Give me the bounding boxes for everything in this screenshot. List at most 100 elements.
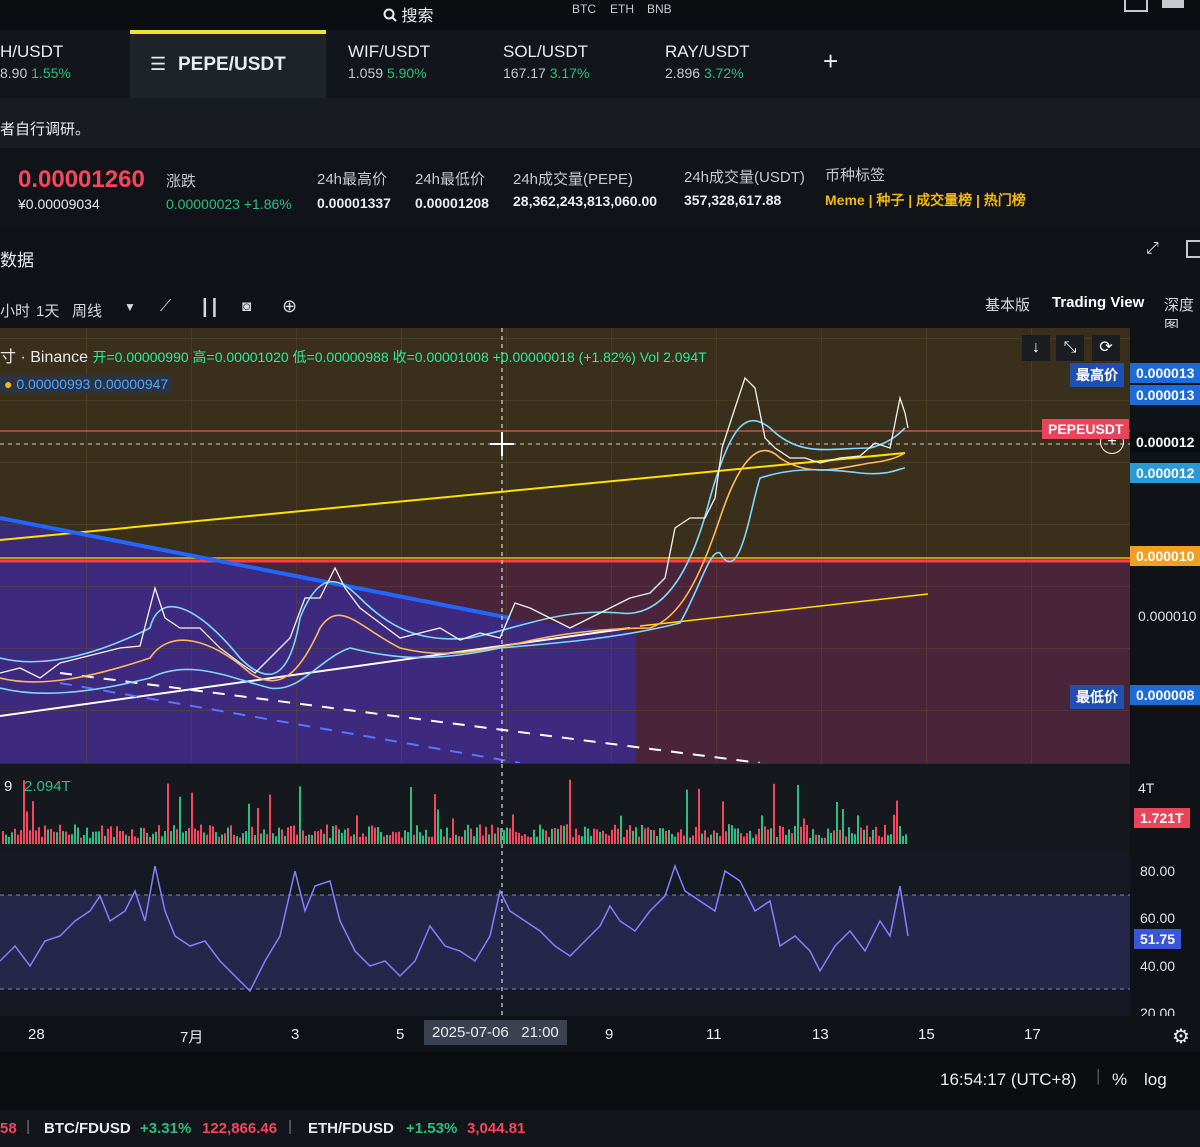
volume-bar xyxy=(668,830,670,844)
volume-bar xyxy=(506,827,508,844)
volume-bar xyxy=(887,835,889,844)
volume-bar xyxy=(689,837,691,844)
rsi-pane[interactable] xyxy=(0,851,1130,1016)
volume-bar xyxy=(305,835,307,844)
volume-bar xyxy=(401,837,403,844)
volume-bar xyxy=(200,824,202,844)
interval-hour[interactable]: 小时 xyxy=(0,300,30,321)
search-label: 搜索 xyxy=(401,8,434,25)
volume-bar xyxy=(146,832,148,844)
volume-bar xyxy=(248,803,250,844)
expand-icon[interactable]: ⤢ xyxy=(1146,240,1159,258)
volume-bar xyxy=(434,794,436,844)
volume-bar xyxy=(293,825,295,844)
volume-bar xyxy=(308,834,310,844)
volume-bar xyxy=(197,830,199,844)
camera-icon[interactable]: ◙ xyxy=(242,298,251,315)
volume-bar xyxy=(830,832,832,844)
last-price: 0.00001260 xyxy=(18,166,145,193)
volume-bar xyxy=(152,833,154,844)
tab-price: 167.17 xyxy=(503,65,546,81)
tag-meme[interactable]: Meme xyxy=(825,192,865,208)
view-tradingview[interactable]: Trading View xyxy=(1052,294,1144,311)
volume-bar xyxy=(476,827,478,844)
tag-seed[interactable]: 种子 xyxy=(876,192,904,208)
interval-week[interactable]: 周线 xyxy=(72,300,102,321)
percent-toggle[interactable]: % xyxy=(1112,1070,1127,1090)
settings-gear-icon[interactable]: ⚙ xyxy=(1172,1024,1190,1049)
volume-bars-canvas xyxy=(2,764,907,852)
volume-bar xyxy=(557,828,559,844)
ticker-btc-pair[interactable]: BTC/FDUSD xyxy=(44,1120,131,1137)
volume-bar xyxy=(593,828,595,844)
volume-bar xyxy=(125,834,127,844)
bb-lower-tag: 0.000012 xyxy=(1130,463,1200,483)
tab-ray-usdt[interactable]: RAY/USDT 2.896 3.72% xyxy=(665,42,750,83)
add-tab-button[interactable]: + xyxy=(823,46,838,77)
volume-pane[interactable]: 9 2.094T xyxy=(0,763,1130,852)
volume-bar xyxy=(692,835,694,844)
price-axis[interactable]: 最高价 0.000013 0.000013 PEPEUSDT 0.000012 … xyxy=(1042,328,1200,1028)
tag-hot-rank[interactable]: 热门榜 xyxy=(984,192,1026,208)
candle-type-icon[interactable]: ┃┃ xyxy=(200,298,219,318)
ticker-eth-pair[interactable]: ETH/FDUSD xyxy=(308,1120,394,1137)
volume-bar xyxy=(170,831,172,844)
price-chart[interactable]: 寸 · Binance 开=0.00000990 高=0.00001020 低=… xyxy=(0,328,1130,764)
volume-bar xyxy=(413,834,415,844)
tab-change: 1.55% xyxy=(31,65,71,81)
add-indicator-icon[interactable]: ⊕ xyxy=(282,296,297,317)
volume-bar xyxy=(800,826,802,844)
volume-bar xyxy=(161,836,163,844)
indicator-icon[interactable]: ⟋ xyxy=(160,298,171,316)
volume-bar xyxy=(35,830,37,844)
scroll-down-button[interactable]: ↓ xyxy=(1022,335,1050,361)
layout-icon[interactable] xyxy=(1124,0,1148,12)
coin-bnb[interactable]: BNB xyxy=(647,2,672,16)
volume-bar xyxy=(755,834,757,844)
tab-sol-usdt[interactable]: SOL/USDT 167.17 3.17% xyxy=(503,42,589,83)
volume-bar xyxy=(584,826,586,844)
volume-bar xyxy=(65,831,67,844)
tab-change: 5.90% xyxy=(386,65,427,81)
volume-bar xyxy=(725,831,727,844)
log-toggle[interactable]: log xyxy=(1144,1070,1167,1090)
window-icon[interactable] xyxy=(1186,240,1200,258)
view-basic[interactable]: 基本版 xyxy=(985,294,1030,315)
bb-legend: ● 0.00000993 0.00000947 xyxy=(0,375,173,393)
top-bar: 搜索 BTC ETH BNB xyxy=(0,0,1200,30)
tab-pepe-usdt[interactable]: ☰ PEPE/USDT xyxy=(130,30,326,100)
tab-h-usdt[interactable]: H/USDT 8.90 1.55% xyxy=(0,42,71,83)
current-price-tag: 0.000012 xyxy=(1130,432,1200,452)
tag-list: Meme | 种子 | 成交量榜 | 热门榜 xyxy=(825,192,1026,208)
volume-bar xyxy=(833,830,835,844)
chevron-down-icon[interactable]: ▼ xyxy=(124,300,136,314)
volume-bar xyxy=(812,829,814,844)
x-tick: 11 xyxy=(706,1026,722,1043)
volume-bar xyxy=(236,836,238,844)
interval-day[interactable]: 1天 xyxy=(36,300,59,321)
volume-bar xyxy=(452,818,454,844)
volume-bar xyxy=(50,828,52,844)
coin-eth[interactable]: ETH xyxy=(610,2,634,16)
tab-wif-usdt[interactable]: WIF/USDT 1.059 5.90% xyxy=(348,42,430,83)
tag-volume-rank[interactable]: 成交量榜 xyxy=(916,192,972,208)
tab-change: 3.72% xyxy=(703,65,744,81)
volume-bar xyxy=(854,834,856,844)
volume-bar xyxy=(422,835,424,844)
coin-btc[interactable]: BTC xyxy=(572,2,596,16)
search-box[interactable]: 搜索 xyxy=(383,2,433,26)
volume-bar xyxy=(527,836,529,844)
volume-bar xyxy=(239,837,241,844)
volume-bar xyxy=(653,830,655,844)
volume-bar xyxy=(710,834,712,844)
volume-bar xyxy=(665,830,667,844)
tab-pair: PEPE/USDT xyxy=(178,54,286,75)
volume-bar xyxy=(779,825,781,844)
time-axis[interactable]: 28 7月 3 5 2025-07-06 21:00 9 11 13 15 17… xyxy=(0,1016,1200,1052)
user-icon[interactable] xyxy=(1162,0,1184,8)
reset-view-button[interactable]: ⟳ xyxy=(1092,335,1120,361)
volume-bar xyxy=(140,827,142,844)
collapse-button[interactable]: ⤡ xyxy=(1056,335,1084,361)
volume-bar xyxy=(353,834,355,844)
volume-bar xyxy=(713,830,715,844)
